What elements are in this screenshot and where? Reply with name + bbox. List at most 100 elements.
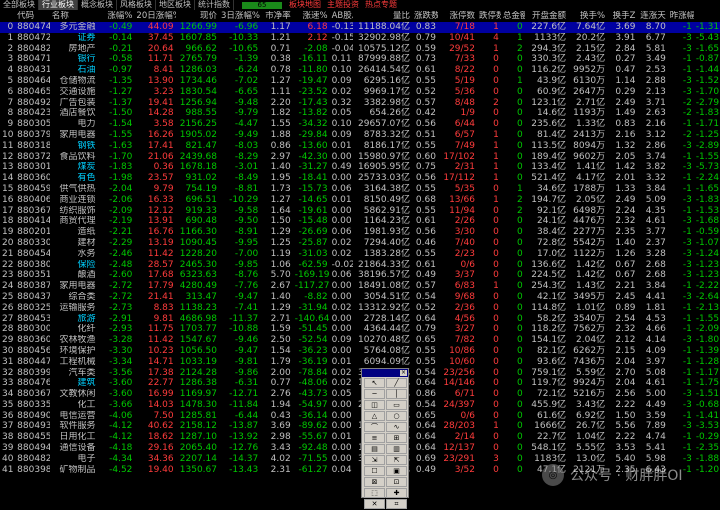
table-row[interactable]: 19 880201 造纸 -2.21 16.76 1166.30 -8.91 1.29 -26.… (0, 227, 720, 238)
table-cell: 0 (516, 421, 523, 432)
column-header[interactable]: 量比 (353, 11, 412, 22)
column-header[interactable]: 总金额 (501, 11, 525, 22)
column-header[interactable]: 开盘金额 (525, 11, 568, 22)
drawing-tool-button[interactable]: ⌒ (364, 422, 385, 432)
table-row[interactable]: 22 880380 保险 -2.48 28.57 2465.30 -9.85 1.06 -62.… (0, 260, 720, 271)
drawing-tool-button[interactable]: ⇲ (364, 455, 385, 465)
table-row[interactable]: 5 880464 仓储物流 -1.35 13.90 1734.46 -7.02 1.27 -19… (0, 76, 720, 87)
drawing-tool-button[interactable]: ⇱ (386, 455, 407, 465)
table-row[interactable]: 39 880494 通信设备 -4.18 29.16 2065.40 -12.76 3.43-… (0, 443, 720, 454)
column-header[interactable]: 名称 (50, 11, 98, 22)
drawing-tool-button[interactable]: ◫ (364, 400, 385, 410)
table-row[interactable]: 33 880476 建筑 -3.60 22.77 1286.38 -6.31 0.77 -48.… (0, 378, 720, 389)
table-cell: 330.3亿 (531, 54, 567, 65)
table-cell: -0.49 (97, 22, 135, 33)
column-header[interactable]: 20日涨幅% (134, 11, 175, 22)
column-header[interactable]: 代码 (15, 11, 50, 22)
table-row[interactable]: 11 880318 钢铁 -1.63 17.41 821.47 -8.03 0.86 -13.6… (0, 141, 720, 152)
table-row[interactable]: 17 880367 纺织服饰 -2.09 12.12 919.33 -9.58 1.64 -19… (0, 206, 720, 217)
column-header[interactable] (0, 11, 15, 22)
drawing-tool-button[interactable]: ✚ (386, 488, 407, 498)
table-row[interactable]: 26 880325 运输服务 -2.73 8.83 1138.23 -7.41 1.29 -31… (0, 303, 720, 314)
tab-hot-topic[interactable]: 热点专题 (362, 0, 400, 10)
column-header[interactable]: 现价 (176, 11, 219, 22)
drawing-tool-button[interactable]: ○ (386, 411, 407, 421)
column-header[interactable]: 跌停数 (477, 11, 501, 22)
drawing-tool-button[interactable]: ▥ (386, 444, 407, 454)
table-row[interactable]: 18 880414 商贸代理 -2.19 13.91 690.48 -9.50 1.50 -15… (0, 216, 720, 227)
table-row[interactable]: 7 880492 广告包装 -1.37 19.41 1256.94 -9.48 2.20 -17… (0, 98, 720, 109)
table-row[interactable]: 14 880360 有色 -1.98 23.57 931.02 -8.49 1.95 -18.4… (0, 173, 720, 184)
table-row[interactable]: 3 880471 银行 -0.58 11.71 2765.79 -1.39 0.38 -16.1… (0, 54, 720, 65)
table-row[interactable]: 10 880379 家用电器 -1.55 16.26 1905.02 -9.49 1.88 -2… (0, 130, 720, 141)
table-row[interactable]: 23 880351 酿酒 -2.60 17.68 6323.63 -8.76 5.70 -169… (0, 270, 720, 281)
drawing-tool-button[interactable]: ≡ (364, 433, 385, 443)
column-header[interactable]: 涨幅% (98, 11, 135, 22)
drawing-tool-button[interactable]: ⊞ (386, 433, 407, 443)
column-header[interactable]: 连涨天 (637, 11, 667, 22)
table-row[interactable]: 12 880372 食品饮料 -1.70 21.06 2439.68 -8.29 2.97 -4… (0, 152, 720, 163)
table-row[interactable]: 21 880454 水务 -2.46 11.42 1228.20 -7.00 1.19 -31.… (0, 249, 720, 260)
table-row[interactable]: 16 880406 商业连锁 -2.06 16.33 696.51 -10.29 1.27 -1… (0, 195, 720, 206)
drawing-tool-button[interactable]: ▣ (386, 466, 407, 476)
tab-0[interactable]: 全部板块 (0, 0, 39, 10)
table-row[interactable]: 9 880305 电力 -1.54 3.58 2156.25 -4.47 1.55 -34.32… (0, 119, 720, 130)
table-row[interactable]: 31 880447 工程机械 -3.34 14.71 1033.19 -9.81 1.79 -3… (0, 357, 720, 368)
drawing-tool-button[interactable]: │ (386, 389, 407, 399)
table-row[interactable]: 25 880437 综合类 -2.72 21.41 313.47 -9.47 1.40 -8.8… (0, 292, 720, 303)
table-row[interactable]: 2 880482 房地产 -0.21 20.64 966.62 -10.65 0.71 -2.0… (0, 44, 720, 55)
table-row[interactable]: 35 880335 化工 -3.66 14.03 1478.30 -11.84 1.94 -54… (0, 400, 720, 411)
table-row[interactable]: 32 880399 汽车类 -3.56 17.38 2124.28 -9.86 2.00 -78… (0, 368, 720, 379)
column-header[interactable]: 涨跌数 (412, 11, 438, 22)
table-row[interactable]: 36 880490 电信运营 -4.06 7.50 1285.81 -6.44 0.43 -36… (0, 411, 720, 422)
column-header[interactable]: 涨停数 (438, 11, 477, 22)
table-row[interactable]: 15 880459 供气供热 -2.04 9.79 754.19 -8.81 1.73 -15.… (0, 184, 720, 195)
column-header[interactable]: 昨涨幅% (668, 11, 694, 22)
table-row[interactable]: 38 880455 日用化工 -4.12 18.62 1287.10 -13.92 2.98-… (0, 432, 720, 443)
column-header[interactable]: 涨速% (293, 11, 330, 22)
table-row[interactable]: 37 880493 软件服务 -4.12 40.62 2158.12 -13.87 3.69-… (0, 421, 720, 432)
table-row[interactable]: 28 880300 化纤 -2.93 11.75 1703.77 -10.88 1.59 -51… (0, 324, 720, 335)
column-header[interactable]: 换手Z (607, 11, 637, 22)
table-row[interactable]: 13 880301 煤炭 -1.83 0.36 1678.18 -3.01 1.40 -31.2… (0, 162, 720, 173)
table-row[interactable]: 24 880387 家用电器 -2.72 17.79 4280.49 -7.76 2.67 -1… (0, 281, 720, 292)
table-row[interactable]: 8 880423 酒店餐饮 -1.50 14.28 988.55 -9.79 1.82 -13.… (0, 108, 720, 119)
drawing-tool-button[interactable]: ⊠ (364, 477, 385, 487)
column-header[interactable]: 3日涨幅% (219, 11, 260, 22)
tab-topic-invest[interactable]: 主题投资 (324, 0, 362, 10)
drawing-tool-button[interactable]: ⌗ (386, 499, 407, 509)
table-row[interactable]: 30 880456 环境保护 -3.30 10.23 1056.50 -9.47 1.54 -3… (0, 346, 720, 357)
column-header[interactable]: AB股总市值 (330, 11, 354, 22)
drawing-tool-button[interactable]: ✕ (364, 499, 385, 509)
close-icon[interactable]: × (400, 370, 407, 376)
column-header[interactable]: 市净率 (260, 11, 293, 22)
table-row[interactable]: 0 880474 多元金融 -0.49 44.09 1266.99 -6.96 1.17 6.1… (0, 22, 720, 33)
table-row[interactable]: 6 880465 交通设施 -1.27 3.23 1830.54 -6.65 1.11 -23.… (0, 87, 720, 98)
drawing-tool-button[interactable]: ☐ (364, 466, 385, 476)
tab-1[interactable]: 行业板块 (39, 0, 78, 10)
tab-2[interactable]: 概念板块 (78, 0, 117, 10)
drawing-tool-button[interactable]: ∿ (386, 422, 407, 432)
drawing-toolbar-titlebar[interactable]: × (362, 369, 408, 377)
table-row[interactable]: 20 880330 建材 -2.29 13.19 1090.45 -9.95 1.25 -25.… (0, 238, 720, 249)
drawing-tool-button[interactable]: ─ (364, 389, 385, 399)
table-row[interactable]: 27 880453 旅游 -2.91 9.81 4686.98 -11.37 2.71 -140… (0, 314, 720, 325)
table-row[interactable]: 4 880431 石油 -0.97 8.41 1286.03 -6.24 0.78 -11.80… (0, 65, 720, 76)
table-row[interactable]: 34 880367 文教休闲 -3.60 16.99 1169.97 -12.71 2.76-… (0, 389, 720, 400)
drawing-tool-button[interactable]: ⬚ (364, 488, 385, 498)
table-row[interactable]: 29 880360 农林牧渔 -3.28 11.42 1547.67 -9.46 2.50 -5… (0, 335, 720, 346)
drawing-toolbar[interactable]: × ↖ ╱ ─ │ ◫ ▭ △ ○ ⌒ ∿ ≡ ⊞ ▤ ▥ ⇲ ⇱ ☐ ▣ ⊠ ⊡ ⬚ ✚ ✕ ⌗ (361, 368, 409, 509)
drawing-tool-button[interactable]: ↖ (364, 378, 385, 388)
drawing-tool-button[interactable]: ⊡ (386, 477, 407, 487)
tab-4[interactable]: 地区板块 (156, 0, 195, 10)
tab-5[interactable]: 统计指数 (195, 0, 234, 10)
table-cell: -8.81 (234, 183, 259, 194)
drawing-tool-button[interactable]: △ (364, 411, 385, 421)
drawing-tool-button[interactable]: ▭ (386, 400, 407, 410)
tab-board-map[interactable]: 板块地图 (286, 0, 324, 10)
column-header[interactable]: 换手% (568, 11, 607, 22)
drawing-tool-button[interactable]: ▤ (364, 444, 385, 454)
table-row[interactable]: 1 880472 证券 -0.14 37.45 1607.85 -10.33 1.21 2.12… (0, 33, 720, 44)
tab-3[interactable]: 风格板块 (117, 0, 156, 10)
drawing-tool-button[interactable]: ╱ (386, 378, 407, 388)
